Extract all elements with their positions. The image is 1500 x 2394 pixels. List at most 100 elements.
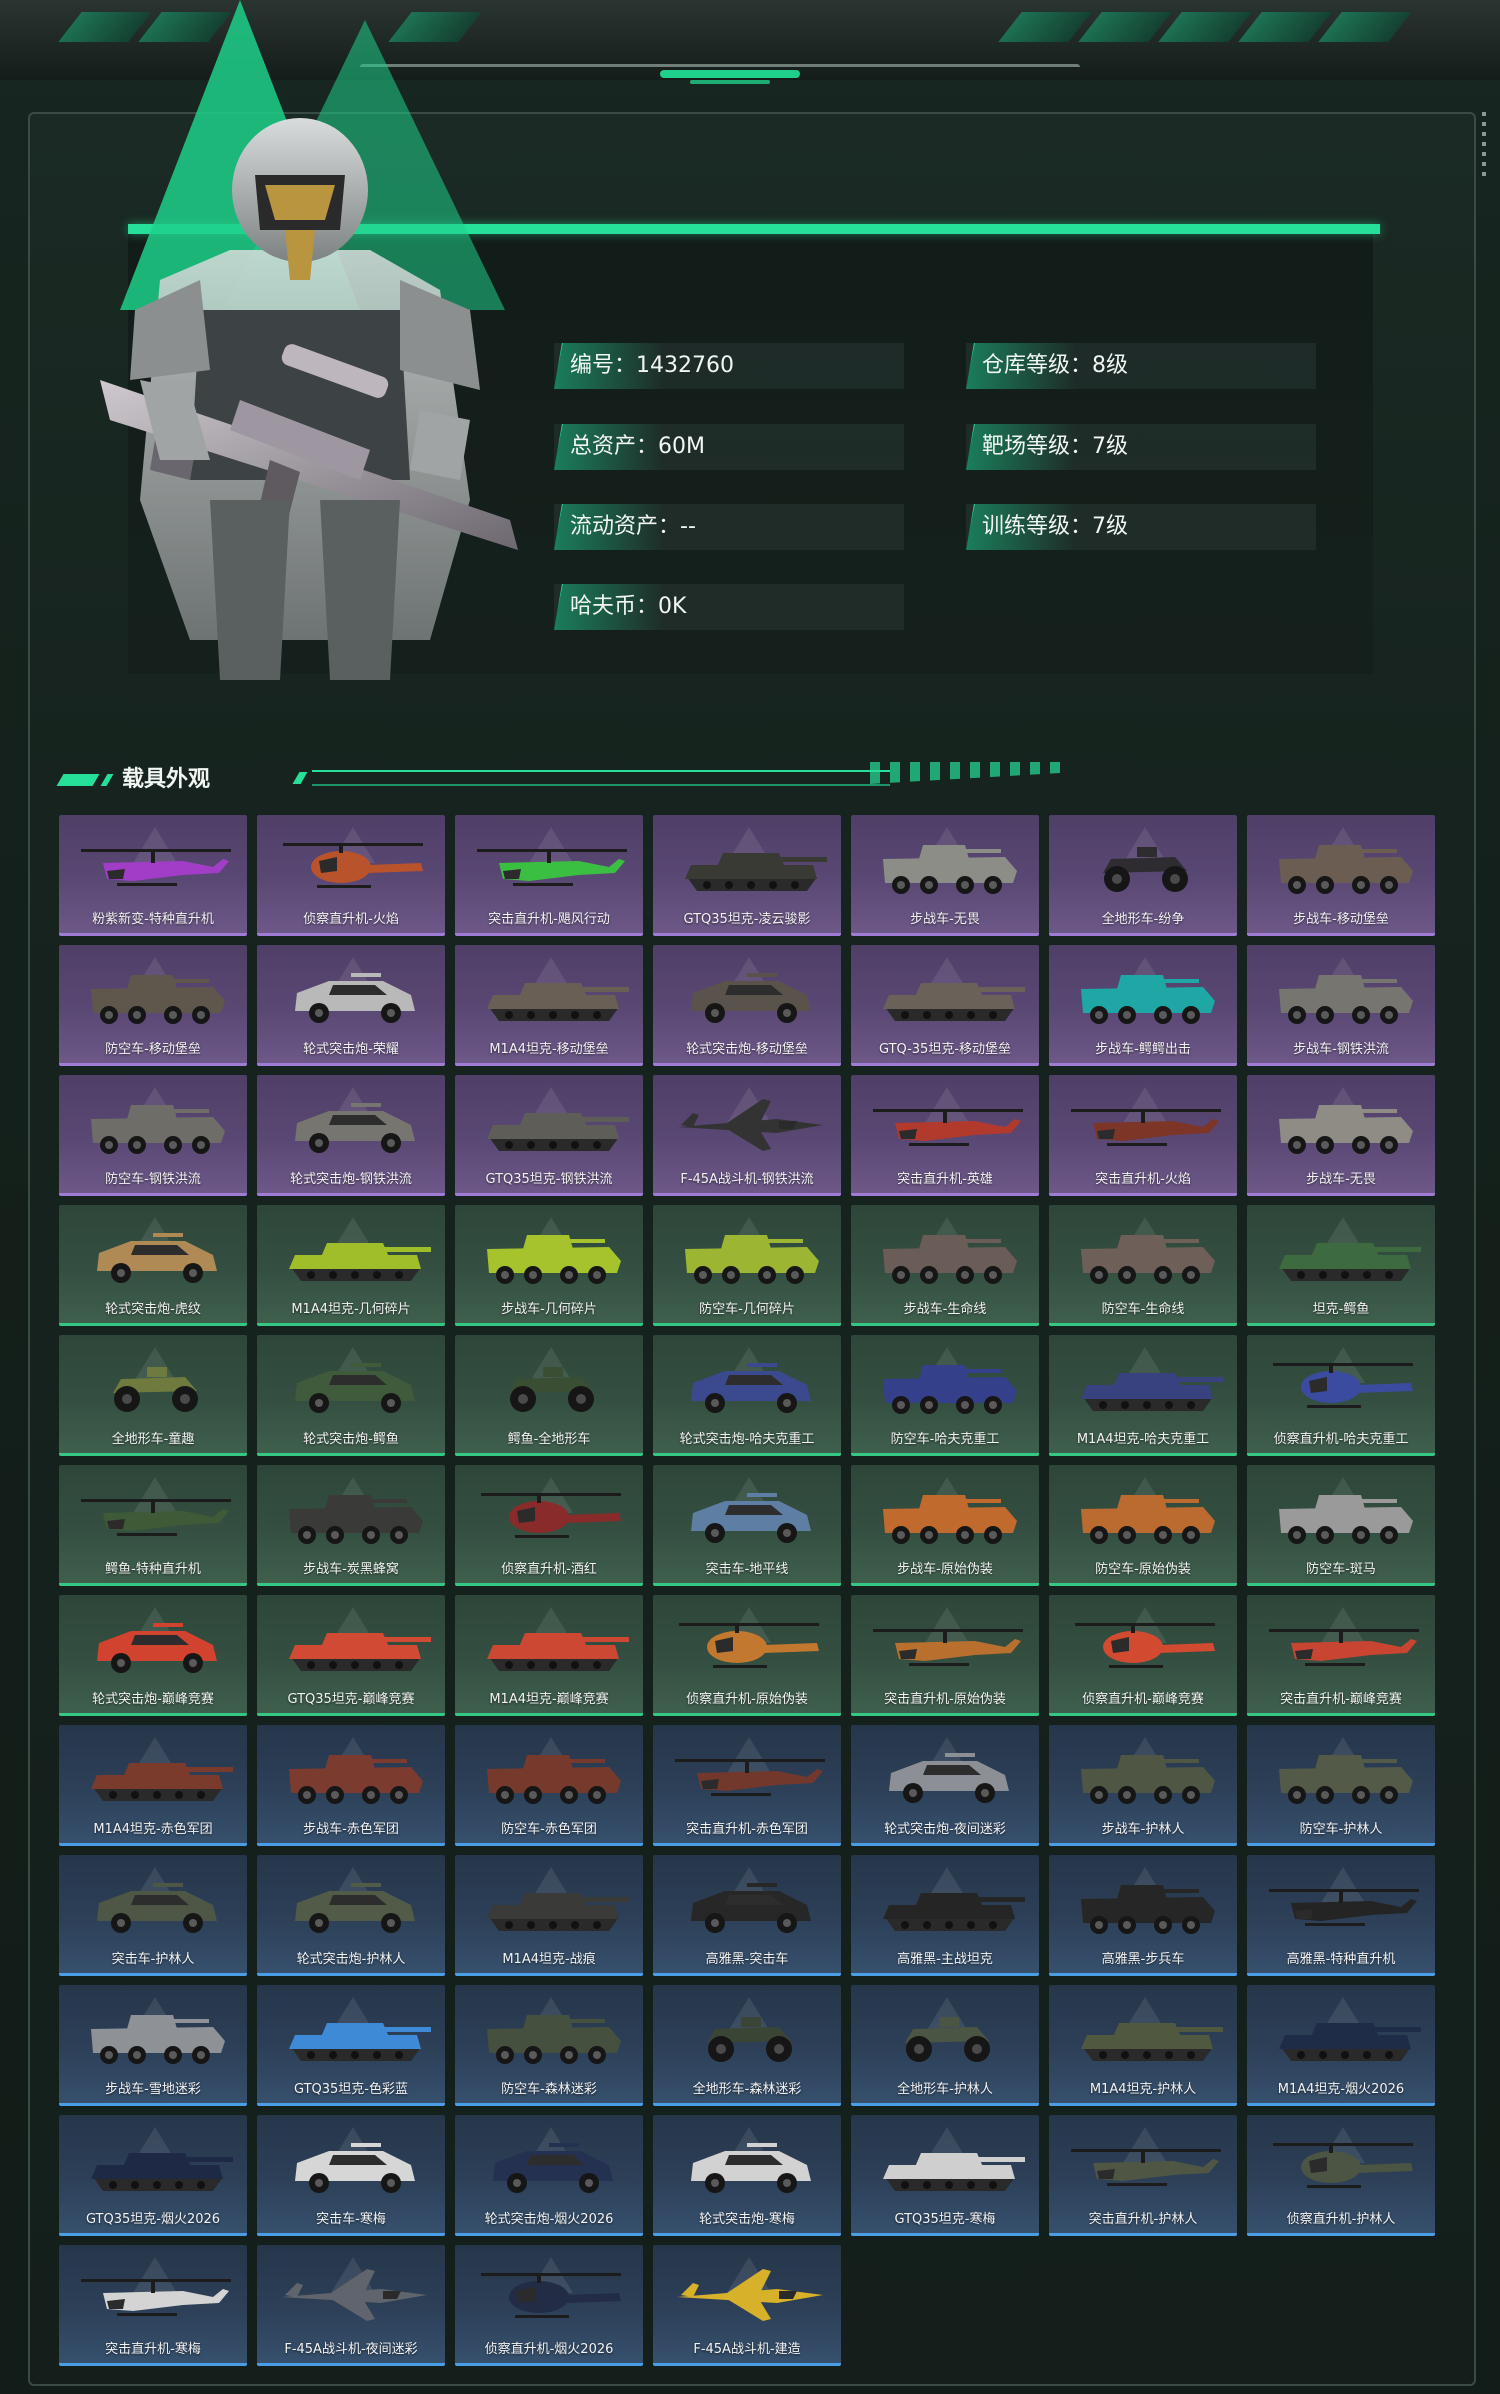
vehicle-skin-card[interactable]: 步战车-无畏	[851, 815, 1039, 936]
vehicle-skin-card[interactable]: GTQ35坦克-烟火2026	[59, 2115, 247, 2236]
vehicle-skin-card[interactable]: 高雅黑-步兵车	[1049, 1855, 1237, 1976]
vehicle-skin-card[interactable]: 轮式突击炮-鳄鱼	[257, 1335, 445, 1456]
vehicle-skin-card[interactable]: 高雅黑-特种直升机	[1247, 1855, 1435, 1976]
vehicle-skin-card[interactable]: 步战车-雪地迷彩	[59, 1985, 247, 2106]
vehicle-skin-card[interactable]: M1A4坦克-移动堡垒	[455, 945, 643, 1066]
vehicle-image	[1279, 975, 1413, 1024]
vehicle-skin-card[interactable]: 轮式突击炮-哈夫克重工	[653, 1335, 841, 1456]
vehicle-skin-card[interactable]: 突击直升机-飓风行动	[455, 815, 643, 936]
vehicle-image	[295, 973, 415, 1023]
vehicle-skin-card[interactable]: 侦察直升机-巅峰竞赛	[1049, 1595, 1237, 1716]
vehicle-skin-card[interactable]: 防空车-几何碎片	[653, 1205, 841, 1326]
vehicle-skin-name: 高雅黑-特种直升机	[1286, 1952, 1396, 1967]
vehicle-skin-card[interactable]: 突击直升机-赤色军团	[653, 1725, 841, 1846]
vehicle-image	[493, 2143, 613, 2193]
vehicle-skin-card[interactable]: GTQ35坦克-寒梅	[851, 2115, 1039, 2236]
vehicle-skin-card[interactable]: 全地形车-童趣	[59, 1335, 247, 1456]
vehicle-skin-card[interactable]: 轮式突击炮-寒梅	[653, 2115, 841, 2236]
vehicle-skin-card[interactable]: M1A4坦克-烟火2026	[1247, 1985, 1435, 2106]
vehicle-skin-name: 防空车-护林人	[1299, 1822, 1383, 1837]
vehicle-skin-card[interactable]: 轮式突击炮-钢铁洪流	[257, 1075, 445, 1196]
vehicle-skin-card[interactable]: 突击车-寒梅	[257, 2115, 445, 2236]
vehicle-skin-card[interactable]: 鳄鱼-特种直升机	[59, 1465, 247, 1586]
vehicle-skin-card[interactable]: 轮式突击炮-护林人	[257, 1855, 445, 1976]
vehicle-skin-card[interactable]: F-45A战斗机-夜间迷彩	[257, 2245, 445, 2366]
vehicle-skin-card[interactable]: 轮式突击炮-夜间迷彩	[851, 1725, 1039, 1846]
vehicle-skin-card[interactable]: 突击车-护林人	[59, 1855, 247, 1976]
vehicle-skin-card[interactable]: 轮式突击炮-虎纹	[59, 1205, 247, 1326]
vehicle-skin-card[interactable]: 全地形车-护林人	[851, 1985, 1039, 2106]
vehicle-skin-card[interactable]: F-45A战斗机-建造	[653, 2245, 841, 2366]
vehicle-skin-card[interactable]: 步战车-几何碎片	[455, 1205, 643, 1326]
vehicle-skin-card[interactable]: 轮式突击炮-烟火2026	[455, 2115, 643, 2236]
vehicle-skin-card[interactable]: 防空车-森林迷彩	[455, 1985, 643, 2106]
vehicle-skin-card[interactable]: 全地形车-纷争	[1049, 815, 1237, 936]
vehicle-skin-card[interactable]: GTQ35坦克-钢铁洪流	[455, 1075, 643, 1196]
vehicle-skin-card[interactable]: 防空车-斑马	[1247, 1465, 1435, 1586]
vehicle-skin-name: M1A4坦克-几何碎片	[291, 1302, 411, 1317]
vehicle-skin-card[interactable]: 防空车-哈夫克重工	[851, 1335, 1039, 1456]
vehicle-skin-card[interactable]: 轮式突击炮-移动堡垒	[653, 945, 841, 1066]
vehicle-skin-card[interactable]: 突击直升机-英雄	[851, 1075, 1039, 1196]
vehicle-skin-card[interactable]: 轮式突击炮-巅峰竞赛	[59, 1595, 247, 1716]
vehicle-skin-card[interactable]: 坦克-鳄鱼	[1247, 1205, 1435, 1326]
vehicle-image	[487, 1893, 629, 1931]
vehicle-skin-card[interactable]: F-45A战斗机-钢铁洪流	[653, 1075, 841, 1196]
vehicle-skin-name: 防空车-生命线	[1101, 1302, 1185, 1317]
vehicle-skin-card[interactable]: 侦察直升机-火焰	[257, 815, 445, 936]
vehicle-skin-card[interactable]: 步战车-生命线	[851, 1205, 1039, 1326]
vehicle-image	[1103, 847, 1188, 892]
vehicle-skin-card[interactable]: 步战车-赤色军团	[257, 1725, 445, 1846]
vehicle-image	[481, 1493, 621, 1538]
vehicle-skin-card[interactable]: 步战车-原始伪装	[851, 1465, 1039, 1586]
vehicle-skin-card[interactable]: 突击直升机-原始伪装	[851, 1595, 1039, 1716]
vehicle-skin-card[interactable]: M1A4坦克-战痕	[455, 1855, 643, 1976]
vehicle-skin-card[interactable]: M1A4坦克-赤色军团	[59, 1725, 247, 1846]
vehicle-skin-card[interactable]: 粉紫新变-特种直升机	[59, 815, 247, 936]
header-rail-accent	[690, 80, 770, 84]
vehicle-skin-card[interactable]: M1A4坦克-几何碎片	[257, 1205, 445, 1326]
vehicle-image	[509, 1367, 594, 1412]
vehicle-skin-card[interactable]: 侦察直升机-哈夫克重工	[1247, 1335, 1435, 1456]
vehicle-skin-card[interactable]: 侦察直升机-酒红	[455, 1465, 643, 1586]
vehicle-skin-card[interactable]: M1A4坦克-哈夫克重工	[1049, 1335, 1237, 1456]
vehicle-skin-card[interactable]: 防空车-护林人	[1247, 1725, 1435, 1846]
vehicle-skin-card[interactable]: 步战车-无畏	[1247, 1075, 1435, 1196]
vehicle-skin-card[interactable]: 突击直升机-火焰	[1049, 1075, 1237, 1196]
vehicle-skin-card[interactable]: 侦察直升机-原始伪装	[653, 1595, 841, 1716]
vehicle-skin-card[interactable]: 轮式突击炮-荣耀	[257, 945, 445, 1066]
vehicle-skin-card[interactable]: 高雅黑-突击车	[653, 1855, 841, 1976]
vehicle-skin-card[interactable]: 突击直升机-巅峰竞赛	[1247, 1595, 1435, 1716]
vehicle-skin-card[interactable]: 步战车-鳄鳄出击	[1049, 945, 1237, 1066]
vehicle-skin-card[interactable]: 防空车-生命线	[1049, 1205, 1237, 1326]
vehicle-skin-card[interactable]: GTQ35坦克-凌云骏影	[653, 815, 841, 936]
vehicle-skin-card[interactable]: 突击直升机-护林人	[1049, 2115, 1237, 2236]
vehicle-skin-name: 侦察直升机-原始伪装	[686, 1692, 808, 1707]
vehicle-skin-card[interactable]: 侦察直升机-烟火2026	[455, 2245, 643, 2366]
vehicle-skin-card[interactable]: GTQ35坦克-色彩蓝	[257, 1985, 445, 2106]
vehicle-skin-card[interactable]: 步战车-钢铁洪流	[1247, 945, 1435, 1066]
vehicle-skin-card[interactable]: 步战车-炭黑蜂窝	[257, 1465, 445, 1586]
vehicle-image	[289, 2023, 431, 2061]
vehicle-skin-card[interactable]: 高雅黑-主战坦克	[851, 1855, 1039, 1976]
vehicle-skin-card[interactable]: GTQ35坦克-巅峰竞赛	[257, 1595, 445, 1716]
vehicle-skin-card[interactable]: 突击车-地平线	[653, 1465, 841, 1586]
vehicle-skin-card[interactable]: 防空车-原始伪装	[1049, 1465, 1237, 1586]
vehicle-skin-card[interactable]: M1A4坦克-护林人	[1049, 1985, 1237, 2106]
vehicle-skin-card[interactable]: GTQ-35坦克-移动堡垒	[851, 945, 1039, 1066]
vehicle-skin-card[interactable]: 防空车-赤色军团	[455, 1725, 643, 1846]
vehicle-skin-card[interactable]: 全地形车-森林迷彩	[653, 1985, 841, 2106]
vehicle-skin-name: 突击车-护林人	[111, 1952, 195, 1967]
vehicle-skin-name: 轮式突击炮-荣耀	[303, 1042, 399, 1057]
vehicle-skin-card[interactable]: 突击直升机-寒梅	[59, 2245, 247, 2366]
vehicle-image	[283, 843, 423, 888]
vehicle-skin-card[interactable]: M1A4坦克-巅峰竞赛	[455, 1595, 643, 1716]
vehicle-skin-card[interactable]: 防空车-移动堡垒	[59, 945, 247, 1066]
vehicle-skin-card[interactable]: 步战车-护林人	[1049, 1725, 1237, 1846]
vehicle-skin-name: 防空车-原始伪装	[1095, 1562, 1191, 1577]
vehicle-skin-name: 步战车-无畏	[1306, 1172, 1376, 1187]
vehicle-skin-card[interactable]: 侦察直升机-护林人	[1247, 2115, 1435, 2236]
vehicle-skin-card[interactable]: 鳄鱼-全地形车	[455, 1335, 643, 1456]
vehicle-skin-card[interactable]: 防空车-钢铁洪流	[59, 1075, 247, 1196]
vehicle-skin-card[interactable]: 步战车-移动堡垒	[1247, 815, 1435, 936]
